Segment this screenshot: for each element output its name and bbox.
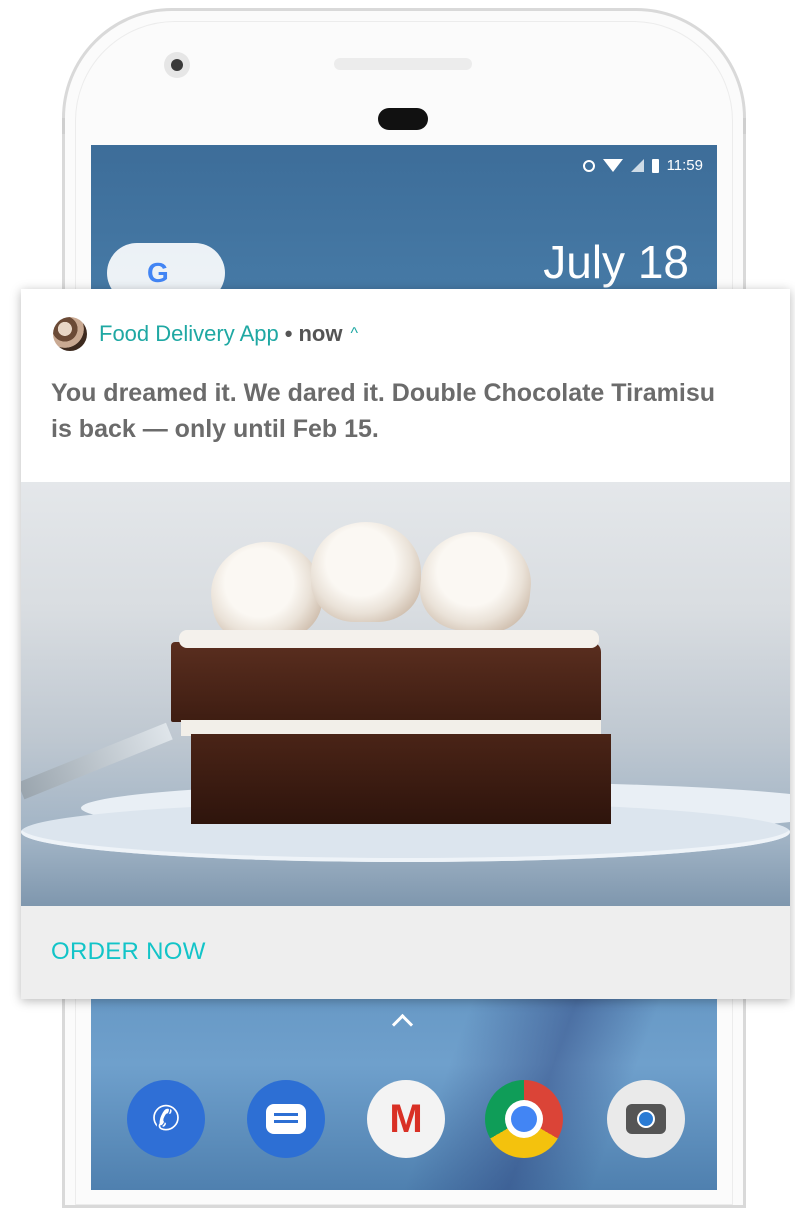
cake-slice <box>171 522 611 832</box>
front-camera <box>164 52 190 78</box>
camera-body-icon <box>626 1104 666 1134</box>
status-time: 11:59 <box>666 157 703 174</box>
phone-side-button <box>743 118 746 134</box>
camera-app-icon[interactable] <box>607 1080 685 1158</box>
phone-app-icon[interactable]: ✆ <box>127 1080 205 1158</box>
notification-app-name: Food Delivery App <box>99 321 279 346</box>
cake-layer-bottom <box>191 734 611 824</box>
expand-chevron-icon[interactable]: ^ <box>350 325 358 343</box>
notification-message: You dreamed it. We dared it. Double Choc… <box>51 379 716 443</box>
app-dock: ✆ M <box>127 1080 687 1160</box>
header-separator: • <box>284 321 293 346</box>
signal-icon <box>630 159 644 172</box>
gmail-m-icon: M <box>389 1096 423 1141</box>
notification-card[interactable]: Food Delivery App • now ^ You dreamed it… <box>21 289 790 999</box>
battery-icon <box>651 158 659 173</box>
speaker-slot <box>334 58 472 70</box>
tiramisu-image <box>21 482 790 906</box>
cake-layer-top <box>171 642 601 722</box>
google-logo-icon: G <box>147 257 169 288</box>
app-drawer-chevron-icon[interactable] <box>391 1013 414 1036</box>
fork <box>21 722 173 800</box>
earpiece <box>378 108 428 130</box>
wifi-icon <box>602 159 623 172</box>
phone-side-button <box>62 118 65 134</box>
gmail-app-icon[interactable]: M <box>367 1080 445 1158</box>
chrome-center-icon <box>505 1100 543 1138</box>
order-now-button[interactable]: ORDER NOW <box>51 938 206 966</box>
notification-time: now <box>298 321 343 346</box>
message-bubble-icon <box>266 1104 306 1134</box>
chrome-app-icon[interactable] <box>485 1080 563 1158</box>
cream-dollop <box>311 522 421 622</box>
cream-layer-top <box>179 630 599 648</box>
date-widget[interactable]: July 18 <box>543 235 689 289</box>
cream-dollop <box>416 526 536 638</box>
phone-handset-icon: ✆ <box>151 1100 181 1138</box>
alarm-icon <box>582 159 595 172</box>
messages-app-icon[interactable] <box>247 1080 325 1158</box>
status-bar: 11:59 <box>582 157 703 174</box>
notification-header: Food Delivery App • now ^ <box>53 317 358 351</box>
food-app-avatar-icon <box>53 317 87 351</box>
notification-actions: ORDER NOW <box>21 906 790 999</box>
